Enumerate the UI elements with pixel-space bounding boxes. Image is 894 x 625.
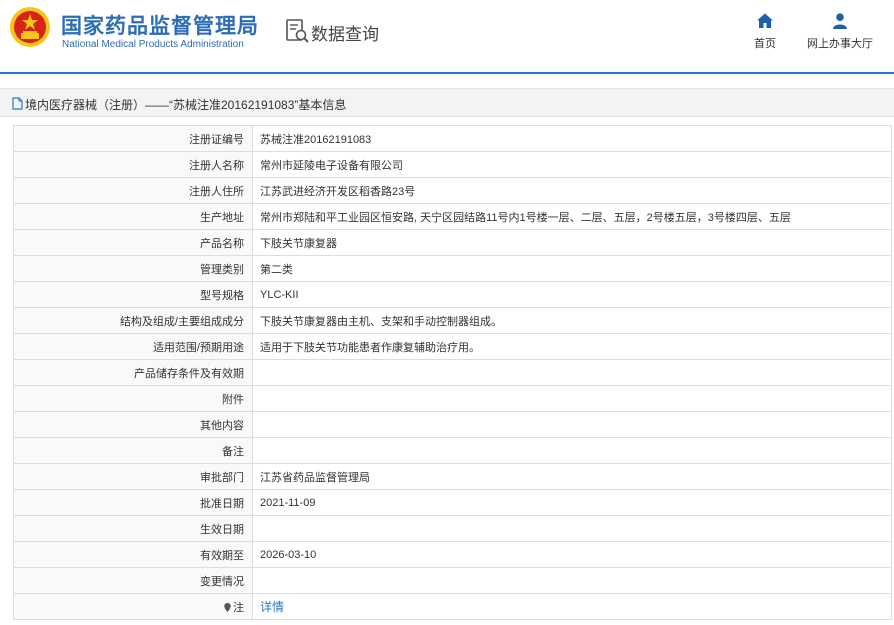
row-value: 江苏省药品监督管理局: [252, 463, 892, 490]
nav-online-hall-label: 网上办事大厅: [807, 38, 873, 50]
table-row: 生效日期: [13, 515, 892, 542]
table-row: 审批部门 江苏省药品监督管理局: [13, 463, 892, 490]
row-label: 注册人名称: [13, 151, 253, 178]
row-value: 适用于下肢关节功能患者作康复辅助治疗用。: [252, 333, 892, 360]
row-label: 注册人住所: [13, 177, 253, 204]
pin-icon: [224, 602, 231, 612]
row-label: 变更情况: [13, 567, 253, 594]
data-query-icon: [286, 19, 309, 43]
row-value: [252, 411, 892, 438]
table-row: 注册人住所 江苏武进经济开发区稻香路23号: [13, 177, 892, 204]
row-value: 2021-11-09: [252, 489, 892, 516]
note-label: 注: [233, 601, 244, 614]
document-icon: [12, 97, 23, 110]
table-row: 注册人名称 常州市延陵电子设备有限公司: [13, 151, 892, 178]
table-row: 变更情况: [13, 567, 892, 594]
row-value: [252, 567, 892, 594]
table-row: 注册证编号 苏械注准20162191083: [13, 125, 892, 152]
table-row: 适用范围/预期用途 适用于下肢关节功能患者作康复辅助治疗用。: [13, 333, 892, 360]
table-row: 有效期至 2026-03-10: [13, 541, 892, 568]
nav-home-link[interactable]: 首页: [746, 12, 784, 52]
row-value: 常州市郑陆和平工业园区恒安路, 天宁区园结路11号内1号楼一层、二层、五层，2号…: [252, 203, 892, 230]
site-header: 国家药品监督管理局 National Medical Products Admi…: [0, 0, 894, 74]
row-label: 其他内容: [13, 411, 253, 438]
row-value: 常州市延陵电子设备有限公司: [252, 151, 892, 178]
row-value: 江苏武进经济开发区稻香路23号: [252, 177, 892, 204]
table-row: 结构及组成/主要组成成分 下肢关节康复器由主机、支架和手动控制器组成。: [13, 307, 892, 334]
nav-online-hall-link[interactable]: 网上办事大厅: [804, 12, 876, 52]
row-label: 产品名称: [13, 229, 253, 256]
user-icon: [833, 13, 847, 29]
row-value: 2026-03-10: [252, 541, 892, 568]
table-row: 附件: [13, 385, 892, 412]
row-label: 备注: [13, 437, 253, 464]
site-title: 国家药品监督管理局: [61, 15, 259, 38]
row-value: YLC-KII: [252, 281, 892, 308]
row-value: [252, 359, 892, 386]
row-label: 注册证编号: [13, 125, 253, 152]
breadcrumb-text: 境内医疗器械（注册）——“苏械注准20162191083”基本信息: [25, 98, 347, 112]
table-row: 生产地址 常州市郑陆和平工业园区恒安路, 天宁区园结路11号内1号楼一层、二层、五…: [13, 203, 892, 230]
table-row: 管理类别 第二类: [13, 255, 892, 282]
home-icon: [757, 13, 773, 28]
row-value: 下肢关节康复器: [252, 229, 892, 256]
site-subtitle: National Medical Products Administration: [62, 39, 244, 50]
nav-home-label: 首页: [754, 38, 776, 50]
breadcrumb: 境内医疗器械（注册）——“苏械注准20162191083”基本信息: [0, 88, 894, 117]
national-emblem-icon: [10, 7, 50, 47]
row-label: 生效日期: [13, 515, 253, 542]
row-label: 审批部门: [13, 463, 253, 490]
row-value: [252, 515, 892, 542]
table-row: 备注: [13, 437, 892, 464]
row-value: 第二类: [252, 255, 892, 282]
row-value: 下肢关节康复器由主机、支架和手动控制器组成。: [252, 307, 892, 334]
row-value: 苏械注准20162191083: [252, 125, 892, 152]
row-label: 注: [13, 593, 253, 620]
row-label: 适用范围/预期用途: [13, 333, 253, 360]
table-row: 其他内容: [13, 411, 892, 438]
details-link[interactable]: 详情: [260, 600, 284, 614]
registration-detail-table: 注册证编号 苏械注准20162191083 注册人名称 常州市延陵电子设备有限公司 注册…: [13, 125, 892, 620]
row-label: 有效期至: [13, 541, 253, 568]
table-row: 型号规格 YLC-KII: [13, 281, 892, 308]
table-row: 批准日期 2021-11-09: [13, 489, 892, 516]
row-value: 详情: [252, 593, 892, 620]
row-label: 结构及组成/主要组成成分: [13, 307, 253, 334]
table-row: 产品名称 下肢关节康复器: [13, 229, 892, 256]
data-query-label: 数据查询: [311, 25, 379, 44]
row-value: [252, 437, 892, 464]
row-label: 产品储存条件及有效期: [13, 359, 253, 386]
row-label: 生产地址: [13, 203, 253, 230]
row-value: [252, 385, 892, 412]
row-label: 型号规格: [13, 281, 253, 308]
row-label: 批准日期: [13, 489, 253, 516]
table-row: 产品储存条件及有效期: [13, 359, 892, 386]
table-row-note: 注 详情: [13, 593, 892, 620]
row-label: 附件: [13, 385, 253, 412]
row-label: 管理类别: [13, 255, 253, 282]
